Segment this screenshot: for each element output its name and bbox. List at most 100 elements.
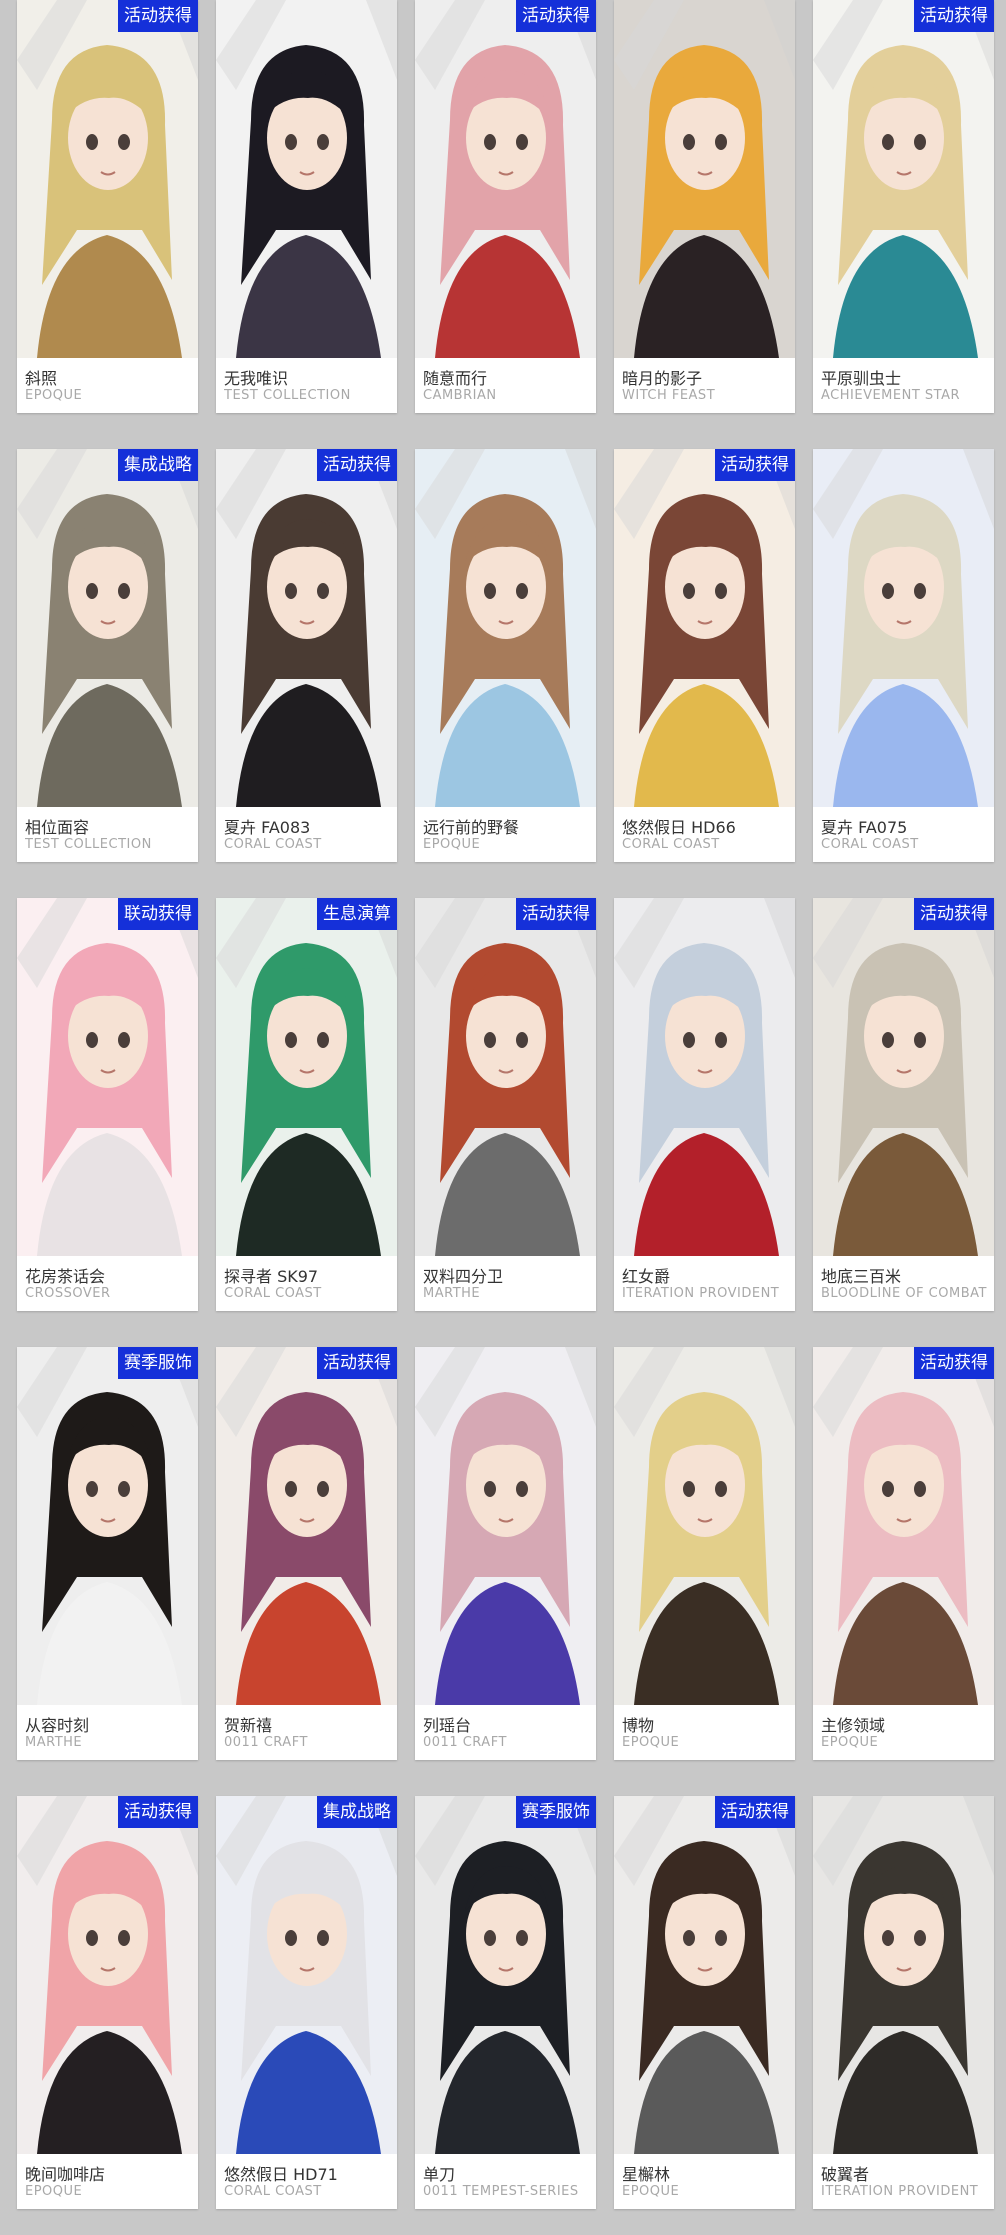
outfit-name: 列瑶台	[423, 1716, 472, 1735]
outfit-artwork	[614, 1347, 795, 1705]
acquisition-badge: 活动获得	[317, 449, 397, 481]
acquisition-badge: 赛季服饰	[516, 1796, 596, 1828]
outfit-card[interactable]: 列瑶台 0011 CRAFT	[415, 1347, 596, 1760]
outfit-name: 夏卉 FA075	[821, 818, 908, 837]
outfit-name: 博物	[622, 1716, 655, 1735]
acquisition-badge: 活动获得	[914, 1347, 994, 1379]
acquisition-badge: 活动获得	[118, 1796, 198, 1828]
outfit-card[interactable]: 活动获得 斜照 EPOQUE	[17, 0, 198, 413]
outfit-series: 0011 CRAFT	[423, 1735, 507, 1750]
outfit-series: TEST COLLECTION	[224, 388, 351, 403]
outfit-name: 花房茶话会	[25, 1267, 106, 1286]
acquisition-badge: 活动获得	[914, 0, 994, 32]
outfit-name: 破翼者	[821, 2165, 870, 2184]
outfit-card[interactable]: 红女爵 ITERATION PROVIDENT	[614, 898, 795, 1311]
outfit-artwork	[17, 0, 198, 358]
outfit-series: EPOQUE	[622, 2184, 680, 2199]
outfit-series: CAMBRIAN	[423, 388, 497, 403]
outfit-series: EPOQUE	[622, 1735, 680, 1750]
outfit-series: MARTHE	[423, 1286, 481, 1301]
outfit-series: CORAL COAST	[224, 837, 322, 852]
outfit-card[interactable]: 暗月的影子 WITCH FEAST	[614, 0, 795, 413]
outfit-name: 晚间咖啡店	[25, 2165, 106, 2184]
outfit-card[interactable]: 活动获得 悠然假日 HD66 CORAL COAST	[614, 449, 795, 862]
outfit-artwork	[17, 1347, 198, 1705]
outfit-name: 暗月的影子	[622, 369, 703, 388]
outfit-artwork	[614, 449, 795, 807]
outfit-name: 相位面容	[25, 818, 90, 837]
outfit-artwork	[216, 449, 397, 807]
outfit-series: EPOQUE	[423, 837, 481, 852]
outfit-artwork	[415, 1347, 596, 1705]
outfit-card[interactable]: 无我唯识 TEST COLLECTION	[216, 0, 397, 413]
outfit-artwork	[216, 898, 397, 1256]
outfit-card[interactable]: 联动获得花房茶话会 CROSSOVER	[17, 898, 198, 1311]
acquisition-badge: 活动获得	[516, 0, 596, 32]
outfit-name: 随意而行	[423, 369, 488, 388]
outfit-name: 地底三百米	[821, 1267, 902, 1286]
outfit-series: CORAL COAST	[224, 2184, 322, 2199]
outfit-artwork	[415, 0, 596, 358]
acquisition-badge: 赛季服饰	[118, 1347, 198, 1379]
outfit-card[interactable]: 活动获得晚间咖啡店 EPOQUE	[17, 1796, 198, 2209]
outfit-card[interactable]: 活动获得随意而行 CAMBRIAN	[415, 0, 596, 413]
outfit-name: 无我唯识	[224, 369, 289, 388]
outfit-artwork	[813, 0, 994, 358]
outfit-series: EPOQUE	[821, 1735, 879, 1750]
outfit-artwork	[813, 1796, 994, 2154]
outfit-series: BLOODLINE OF COMBAT	[821, 1286, 987, 1301]
outfit-series: MARTHE	[25, 1735, 83, 1750]
outfit-artwork	[415, 898, 596, 1256]
outfit-name: 双料四分卫	[423, 1267, 504, 1286]
outfit-artwork	[17, 1796, 198, 2154]
outfit-artwork	[216, 0, 397, 358]
outfit-name: 斜照	[25, 369, 58, 388]
outfit-artwork	[216, 1796, 397, 2154]
outfit-series: WITCH FEAST	[622, 388, 716, 403]
outfit-artwork	[415, 1796, 596, 2154]
outfit-name: 夏卉 FA083	[224, 818, 311, 837]
outfit-card[interactable]: 集成战略 悠然假日 HD71 CORAL COAST	[216, 1796, 397, 2209]
outfit-card[interactable]: 夏卉 FA075 CORAL COAST	[813, 449, 994, 862]
outfit-card[interactable]: 赛季服饰从容时刻 MARTHE	[17, 1347, 198, 1760]
outfit-card[interactable]: 活动获得 星檞林 EPOQUE	[614, 1796, 795, 2209]
outfit-card[interactable]: 活动获得 贺新禧 0011 CRAFT	[216, 1347, 397, 1760]
outfit-card[interactable]: 活动获得 双料四分卫 MARTHE	[415, 898, 596, 1311]
outfit-card[interactable]: 赛季服饰单刀 0011 TEMPEST-SERIES	[415, 1796, 596, 2209]
outfit-card[interactable]: 远行前的野餐 EPOQUE	[415, 449, 596, 862]
outfit-card[interactable]: 活动获得主修领域 EPOQUE	[813, 1347, 994, 1760]
outfit-series: EPOQUE	[25, 2184, 83, 2199]
outfit-name: 主修领域	[821, 1716, 886, 1735]
outfit-card[interactable]: 活动获得平原驯虫士 ACHIEVEMENT STAR	[813, 0, 994, 413]
outfit-series: CORAL COAST	[224, 1286, 322, 1301]
outfit-name: 贺新禧	[224, 1716, 273, 1735]
outfit-name: 平原驯虫士	[821, 369, 902, 388]
acquisition-badge: 活动获得	[914, 898, 994, 930]
outfit-artwork	[17, 898, 198, 1256]
acquisition-badge: 联动获得	[118, 898, 198, 930]
outfit-series: 0011 TEMPEST-SERIES	[423, 2184, 579, 2199]
outfit-series: CROSSOVER	[25, 1286, 111, 1301]
outfit-series: EPOQUE	[25, 388, 83, 403]
outfit-card[interactable]: 集成战略 相位面容 TEST COLLECTION	[17, 449, 198, 862]
outfit-series: CORAL COAST	[821, 837, 919, 852]
outfit-series: TEST COLLECTION	[25, 837, 152, 852]
outfit-name: 探寻者 SK97	[224, 1267, 319, 1286]
outfit-card[interactable]: 活动获得地底三百米 BLOODLINE OF COMBAT	[813, 898, 994, 1311]
outfit-artwork	[17, 449, 198, 807]
outfit-artwork	[813, 449, 994, 807]
outfit-artwork	[614, 1796, 795, 2154]
outfit-card[interactable]: 活动获得夏卉 FA083 CORAL COAST	[216, 449, 397, 862]
outfit-name: 红女爵	[622, 1267, 671, 1286]
acquisition-badge: 活动获得	[317, 1347, 397, 1379]
outfit-artwork	[614, 898, 795, 1256]
outfit-name: 悠然假日 HD66	[622, 818, 736, 837]
outfit-grid: 活动获得 斜照 EPOQUE 无我唯识 TEST COLLECTION 活动获得 随意而行 C…	[0, 0, 1006, 2235]
outfit-series: ACHIEVEMENT STAR	[821, 388, 961, 403]
outfit-card[interactable]: 生息演算 探寻者 SK97 CORAL COAST	[216, 898, 397, 1311]
outfit-series: CORAL COAST	[622, 837, 720, 852]
outfit-card[interactable]: 博物 EPOQUE	[614, 1347, 795, 1760]
outfit-card[interactable]: 破翼者 ITERATION PROVIDENT	[813, 1796, 994, 2209]
outfit-name: 从容时刻	[25, 1716, 90, 1735]
outfit-name: 单刀	[423, 2165, 456, 2184]
